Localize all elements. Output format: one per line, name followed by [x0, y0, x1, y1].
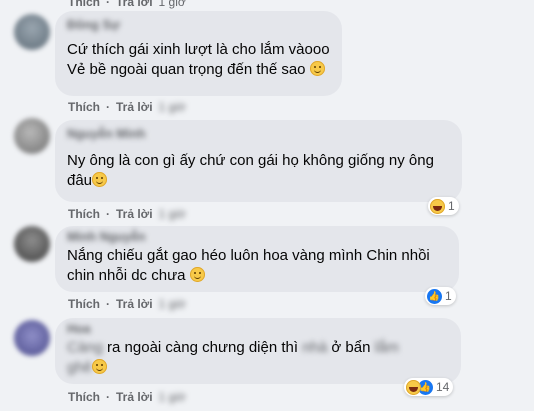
comment-time[interactable]: 1 giờ: [159, 207, 186, 221]
like-link[interactable]: Thích: [68, 390, 100, 404]
comment-text: Cứ thích gái xinh lượt là cho lắm vàooo …: [67, 41, 330, 78]
comment-author[interactable]: Nguyễn Minh: [67, 127, 450, 141]
reply-link[interactable]: Trả lời: [116, 0, 153, 9]
comment-actions: Thích · Trả lời 1 giờ: [68, 100, 186, 114]
haha-reaction-icon: [430, 198, 445, 214]
comment-actions-top: Thích · Trả lời 1 giờ: [68, 0, 186, 9]
comment-bubble: Nguyễn Minh Ny ông là con gì ấy chứ con …: [55, 120, 462, 202]
comment-time[interactable]: 1 giờ: [159, 297, 186, 311]
reaction-count: 1: [445, 289, 452, 303]
avatar[interactable]: [14, 118, 50, 154]
avatar[interactable]: [14, 320, 50, 356]
comment-text: Ny ông là con gì ấy chứ con gái họ không…: [67, 152, 434, 189]
comment-author[interactable]: Minh Nguyễn: [67, 230, 447, 244]
reaction-badge[interactable]: 👍 1: [425, 287, 456, 305]
like-reaction-icon: 👍: [427, 288, 442, 304]
relieved-emoji-icon: [189, 267, 205, 282]
relieved-emoji-icon: [92, 359, 108, 374]
avatar[interactable]: [14, 226, 50, 262]
comment-time[interactable]: 1 giờ: [159, 0, 186, 9]
like-link[interactable]: Thích: [68, 297, 100, 311]
comment-bubble: Hoa Càng ra ngoài càng chưng diện thì nh…: [55, 318, 461, 384]
reply-link[interactable]: Trả lời: [116, 207, 153, 221]
reaction-badge[interactable]: 1: [428, 197, 459, 215]
comment-author[interactable]: Đông Sự: [67, 18, 330, 32]
comment-bubble: Đông Sự Cứ thích gái xinh lượt là cho lắ…: [55, 11, 342, 96]
comment-time[interactable]: 1 giờ: [159, 390, 186, 404]
reaction-count: 1: [448, 199, 455, 213]
like-link[interactable]: Thích: [68, 207, 100, 221]
haha-reaction-icon: [406, 379, 421, 395]
reply-link[interactable]: Trả lời: [116, 297, 153, 311]
comment-bubble: Minh Nguyễn Nắng chiếu gắt gao héo luôn …: [55, 226, 459, 292]
comment-actions: Thích · Trả lời 1 giờ: [68, 297, 186, 311]
comment-time[interactable]: 1 giờ: [159, 100, 186, 114]
reply-link[interactable]: Trả lời: [116, 100, 153, 114]
like-link[interactable]: Thích: [68, 0, 100, 9]
comment-actions: Thích · Trả lời 1 giờ: [68, 390, 186, 404]
like-link[interactable]: Thích: [68, 100, 100, 114]
reply-link[interactable]: Trả lời: [116, 390, 153, 404]
comment-author[interactable]: Hoa: [67, 322, 449, 336]
reaction-badge[interactable]: 👍 14: [404, 378, 454, 396]
comment-text: Càng ra ngoài càng chưng diện thì nhà ở …: [67, 339, 399, 376]
comment-text: Nắng chiếu gắt gao héo luôn hoa vàng mìn…: [67, 247, 430, 284]
smile-emoji-icon: [309, 61, 325, 76]
avatar[interactable]: [14, 14, 50, 50]
reaction-count: 14: [436, 380, 450, 394]
comment-actions: Thích · Trả lời 1 giờ: [68, 207, 186, 221]
relieved-emoji-icon: [92, 172, 108, 187]
